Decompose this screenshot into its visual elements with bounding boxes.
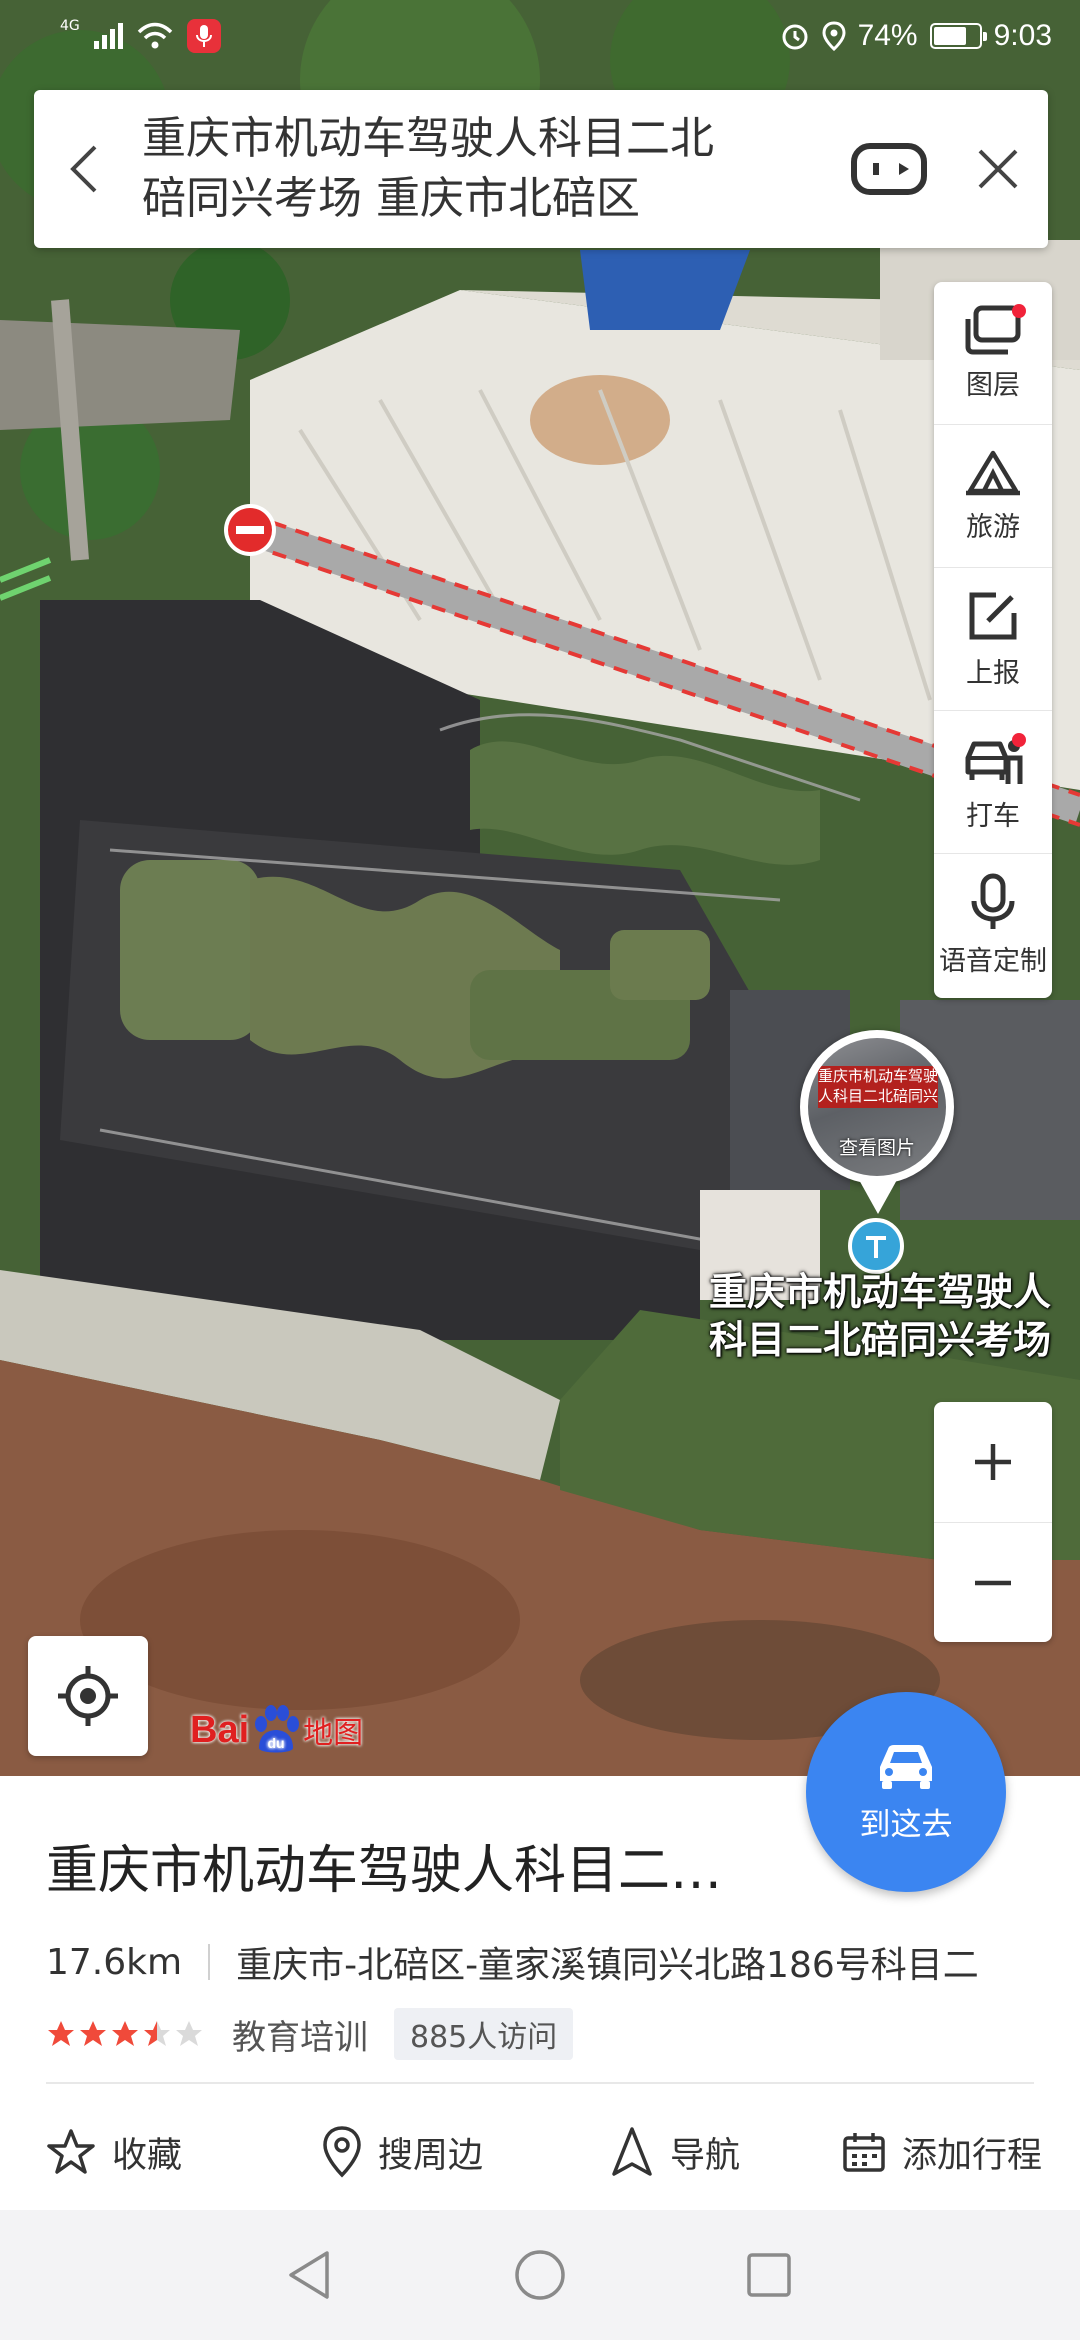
action-bar: 收藏 搜周边 导航 添加行程 <box>0 2094 1080 2210</box>
baidu-map-logo: Bai du 地图 <box>190 1700 363 1760</box>
car-icon <box>880 1744 932 1789</box>
status-bar: 4G 74% 9:03 <box>0 0 1080 72</box>
poi-pin[interactable] <box>848 1218 904 1274</box>
poi-map-label-line2: 科目二北碚同兴考场 <box>708 1318 1051 1362</box>
action-label: 收藏 <box>112 2135 183 2176</box>
action-label: 搜周边 <box>378 2135 484 2176</box>
no-entry-icon <box>224 504 276 556</box>
logo-text: Bai <box>190 1708 250 1751</box>
tool-taxi[interactable]: 打车 <box>934 711 1052 854</box>
ar-button[interactable] <box>830 90 948 248</box>
nav-back-button[interactable] <box>274 2240 344 2310</box>
poi-address: 重庆市-北碚区-童家溪镇同兴北路186号科目二 <box>236 1945 979 1986</box>
sheet-divider <box>46 2082 1034 2084</box>
tool-voice[interactable]: 语音定制 <box>934 854 1052 997</box>
paw-icon: du <box>255 1705 300 1753</box>
minus-icon <box>975 1580 1011 1585</box>
favorite-button[interactable]: 收藏 <box>46 2094 182 2210</box>
poi-photo-sign: 重庆市机动车驾驶人科目二北碚同兴考场 <box>818 1066 938 1108</box>
ar-glasses-icon <box>851 143 927 195</box>
poi-title: 重庆市机动车驾驶人科目二… <box>46 1841 723 1901</box>
notification-dot <box>1012 304 1026 318</box>
zoom-out-button[interactable] <box>934 1522 1052 1642</box>
my-location-button[interactable] <box>28 1636 148 1756</box>
navigate-button[interactable]: 导航 <box>610 2094 740 2210</box>
tool-label: 打车 <box>966 800 1020 832</box>
system-nav-bar <box>0 2210 1080 2340</box>
location-status-icon <box>822 21 846 51</box>
satellite-map[interactable] <box>0 0 1080 1776</box>
back-button[interactable] <box>34 90 134 248</box>
map-imagery <box>0 0 1080 1776</box>
navigation-arrow-icon <box>612 2127 652 2176</box>
calendar-icon <box>843 2133 885 2172</box>
search-query-line1: 重庆市机动车驾驶人科目二北 <box>142 113 714 164</box>
rating-star-icon <box>112 2021 138 2046</box>
circle-home-icon <box>515 2250 565 2300</box>
microphone-icon <box>971 873 1015 929</box>
nav-home-button[interactable] <box>505 2240 575 2310</box>
action-label: 导航 <box>670 2135 741 2176</box>
nav-recents-button[interactable] <box>734 2240 804 2310</box>
rating-stars <box>46 2019 204 2049</box>
tool-label: 语音定制 <box>939 946 1047 977</box>
notification-dot <box>1012 733 1026 747</box>
zoom-in-button[interactable] <box>934 1402 1052 1522</box>
rating-star-icon <box>176 2021 202 2046</box>
mic-recording-icon <box>186 19 221 53</box>
battery-icon <box>929 23 987 49</box>
poi-distance: 17.6km <box>46 1941 183 1983</box>
tool-layers[interactable]: 图层 <box>934 282 1052 425</box>
action-label: 添加行程 <box>902 2135 1043 2176</box>
wifi-icon <box>137 22 173 49</box>
search-nearby-button[interactable]: 搜周边 <box>322 2094 483 2210</box>
clock: 9:03 <box>993 19 1052 52</box>
plus-icon <box>975 1444 1011 1480</box>
alarm-icon <box>782 24 808 50</box>
poi-map-label[interactable]: 重庆市机动车驾驶人 科目二北碚同兴考场 <box>690 1268 1070 1364</box>
star-outline-icon <box>47 2129 95 2174</box>
triangle-back-icon <box>289 2251 329 2299</box>
zoom-control <box>934 1402 1052 1642</box>
poi-info-row: 17.6km 重庆市-北碚区-童家溪镇同兴北路186号科目二 <box>46 1936 979 1988</box>
svg-text:du: du <box>268 1735 285 1751</box>
rating-star-icon <box>48 2021 74 2046</box>
poi-bubble-tail <box>858 1178 898 1214</box>
tool-label: 上报 <box>966 657 1020 689</box>
visits-badge: 885人访问 <box>394 2008 574 2060</box>
tool-label: 图层 <box>966 369 1020 401</box>
close-button[interactable] <box>948 90 1048 248</box>
search-query-line2: 碚同兴考场 重庆市北碚区 <box>142 173 640 224</box>
map-pin-icon <box>866 1236 886 1258</box>
close-icon <box>978 149 1018 189</box>
signal-icon <box>93 23 123 49</box>
chevron-left-icon <box>70 145 97 193</box>
view-photo-caption: 查看图片 <box>838 1137 915 1159</box>
go-here-button[interactable]: 到这去 <box>806 1692 1006 1892</box>
search-card[interactable]: 重庆市机动车驾驶人科目二北 碚同兴考场 重庆市北碚区 <box>34 90 1048 248</box>
battery-percent: 74% <box>857 19 918 52</box>
travel-icon <box>966 450 1020 495</box>
poi-category: 教育培训 <box>232 2017 368 2058</box>
network-type: 4G <box>60 18 80 34</box>
add-itinerary-button[interactable]: 添加行程 <box>842 2094 1042 2210</box>
tool-label: 旅游 <box>966 511 1020 543</box>
go-here-label: 到这去 <box>859 1806 953 1843</box>
poi-meta-row: 教育培训 885人访问 <box>46 2008 574 2060</box>
divider <box>208 1944 211 1980</box>
poi-photo: 重庆市机动车驾驶人科目二北碚同兴考场 查看图片 <box>808 1038 946 1176</box>
rating-star-icon <box>80 2021 106 2046</box>
poi-photo-bubble[interactable]: 重庆市机动车驾驶人科目二北碚同兴考场 查看图片 <box>800 1030 954 1184</box>
poi-map-label-line1: 重庆市机动车驾驶人 <box>708 1270 1051 1314</box>
map-toolbar: 图层 旅游 上报 打车 语音定制 <box>934 282 1052 998</box>
tool-report[interactable]: 上报 <box>934 568 1052 711</box>
search-query[interactable]: 重庆市机动车驾驶人科目二北 碚同兴考场 重庆市北碚区 <box>134 109 830 229</box>
tool-travel[interactable]: 旅游 <box>934 425 1052 568</box>
crosshair-icon <box>58 1666 118 1726</box>
square-recents-icon <box>747 2253 791 2297</box>
rating-star-icon <box>144 2021 170 2046</box>
location-pin-icon <box>323 2126 361 2178</box>
report-icon <box>969 592 1017 639</box>
logo-cn: 地图 <box>303 1717 364 1750</box>
